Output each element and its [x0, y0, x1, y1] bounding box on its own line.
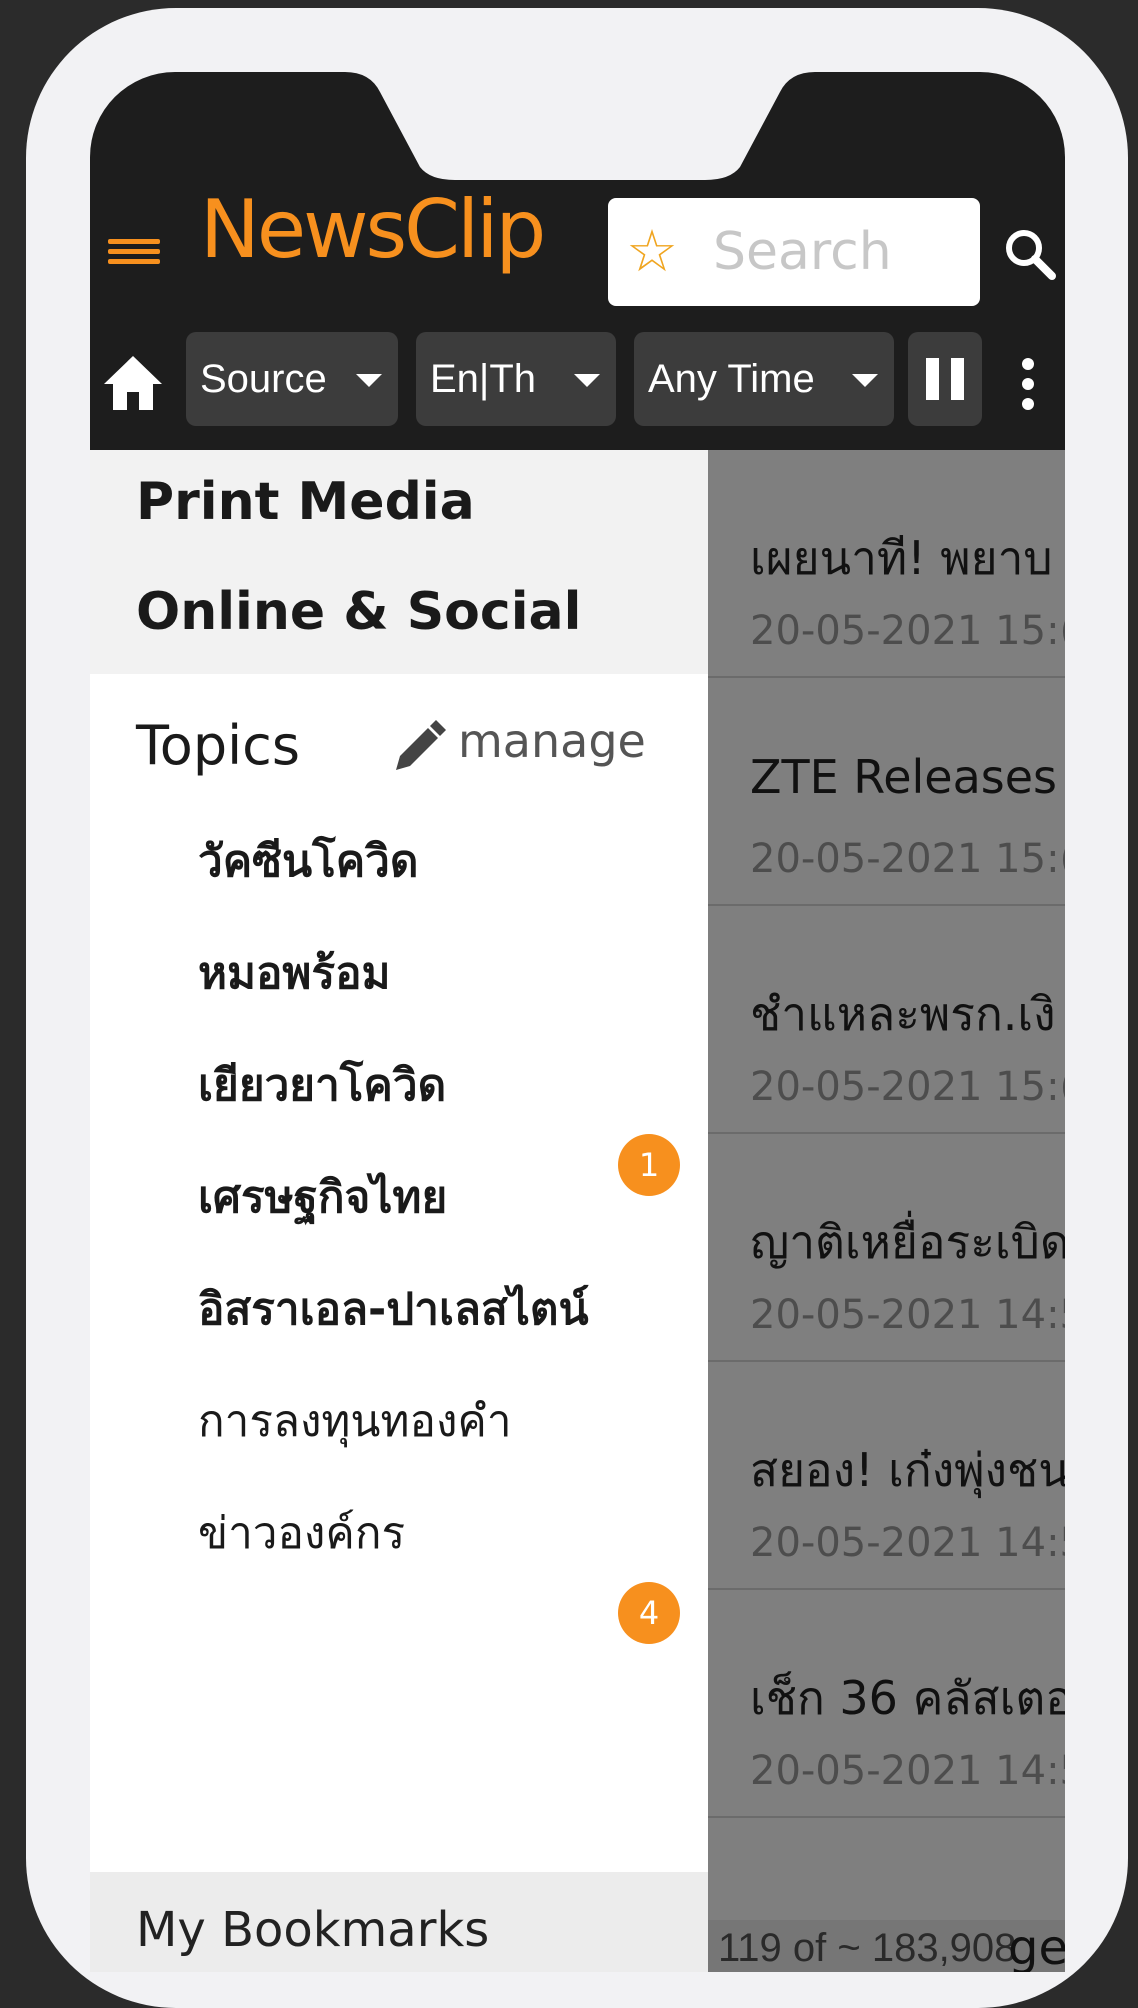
topics-heading: Topics [136, 714, 300, 777]
star-icon[interactable]: ☆ [626, 216, 678, 286]
home-icon[interactable] [102, 352, 164, 414]
chevron-down-icon [574, 374, 600, 387]
source-dropdown[interactable]: Source [186, 332, 398, 426]
topic-item[interactable]: วัคซีนโควิด [198, 826, 418, 896]
source-item-print-media[interactable]: Print Media [136, 472, 475, 532]
topic-item[interactable]: เยียวยาโควิด [198, 1050, 446, 1120]
more-options-icon[interactable] [1022, 358, 1036, 418]
pause-button[interactable] [908, 332, 982, 426]
phone-notch [90, 72, 1065, 180]
topic-item[interactable]: หมอพร้อม [198, 938, 391, 1008]
hamburger-menu-icon[interactable] [108, 234, 160, 278]
source-dropdown-label: Source [200, 357, 327, 401]
language-dropdown[interactable]: En|Th [416, 332, 616, 426]
drawer-backdrop[interactable] [708, 450, 1065, 1972]
newsclip-logo[interactable]: NewsClip [200, 180, 546, 280]
source-section: Print Media Online & Social [90, 450, 708, 674]
search-input[interactable]: ☆ Search [608, 198, 980, 306]
time-dropdown[interactable]: Any Time [634, 332, 894, 426]
topic-unread-badge: 1 [618, 1134, 680, 1196]
phone-screen: NewsClip ☆ Search Source En|Th Any Time [90, 72, 1065, 1972]
topic-item[interactable]: ข่าวองค์กร [198, 1498, 405, 1568]
topic-unread-badge: 4 [618, 1582, 680, 1644]
chevron-down-icon [356, 374, 382, 387]
time-dropdown-label: Any Time [648, 357, 815, 401]
navigation-drawer: Print Media Online & Social Topics manag… [90, 450, 708, 1972]
topic-item[interactable]: อิสราเอล-ปาเลสไตน์ [198, 1274, 589, 1344]
topic-item[interactable]: การลงทุนทองคำ [198, 1386, 512, 1456]
source-item-online-social[interactable]: Online & Social [136, 582, 581, 642]
bookmarks-label: My Bookmarks [136, 1902, 490, 1958]
manage-label: manage [458, 714, 646, 768]
pencil-icon [396, 720, 446, 770]
search-placeholder: Search [713, 222, 892, 282]
topic-item[interactable]: เศรษฐกิจไทย [198, 1162, 447, 1232]
chevron-down-icon [852, 374, 878, 387]
language-dropdown-label: En|Th [430, 357, 536, 401]
my-bookmarks-item[interactable]: My Bookmarks [90, 1872, 708, 1972]
search-icon[interactable] [1000, 224, 1060, 284]
